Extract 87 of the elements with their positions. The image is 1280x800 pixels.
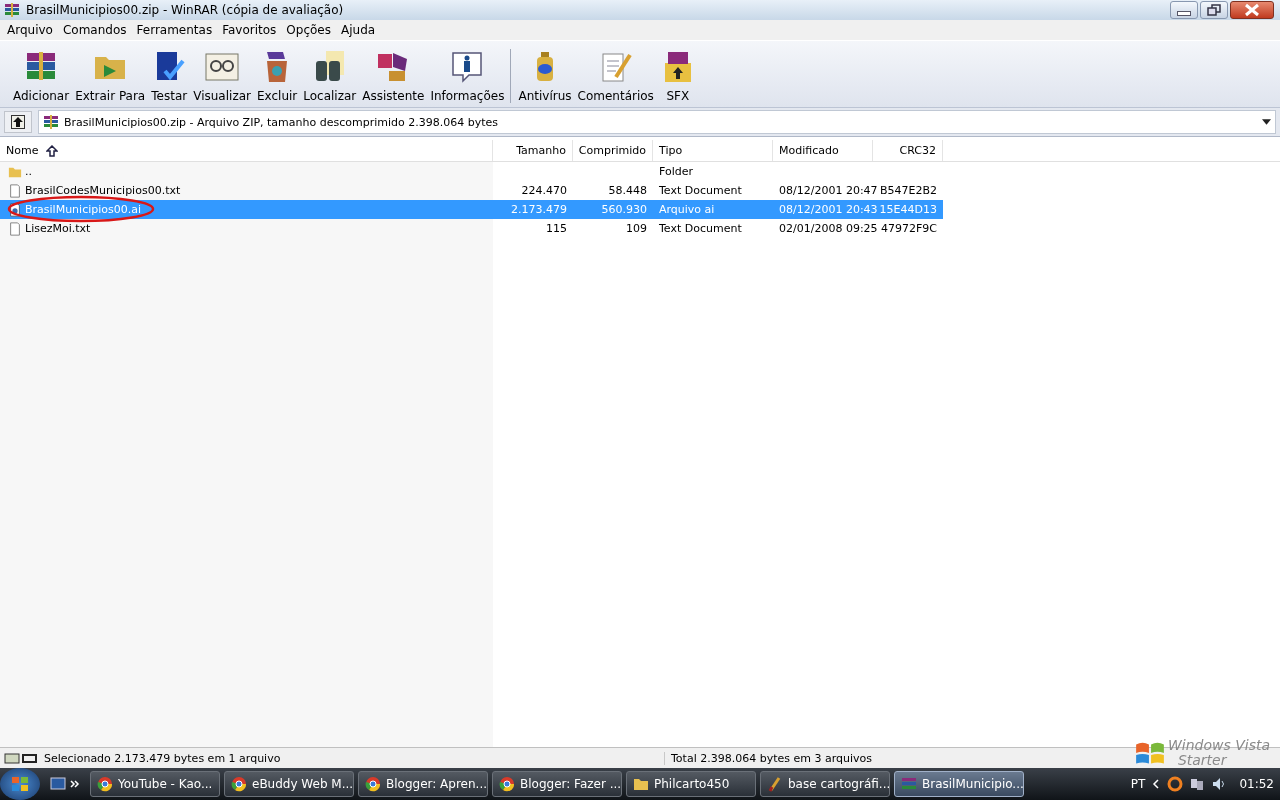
window-title: BrasilMunicipios00.zip - WinRAR (cópia de avaliação): [26, 3, 345, 17]
menu-item[interactable]: Ajuda: [336, 23, 381, 37]
taskbar-button[interactable]: Blogger: Fazer ...: [492, 771, 622, 797]
status-text: Total 2.398.064 bytes em 3 arquivos: [664, 751, 872, 765]
menu-item[interactable]: Favoritos: [217, 23, 282, 37]
menu-item[interactable]: Opções: [281, 23, 336, 37]
browser-icon: [231, 776, 247, 792]
books-icon: [43, 114, 59, 130]
table-cell: Text Document: [659, 222, 742, 235]
language-indicator[interactable]: PT: [1130, 777, 1146, 791]
toolbar-button[interactable]: Excluir: [254, 49, 301, 103]
menu-item[interactable]: Ferramentas: [131, 23, 218, 37]
toolbar-button[interactable]: Visualizar: [190, 49, 254, 103]
chevron-icon[interactable]: [1151, 779, 1162, 789]
ring-icon[interactable]: [1167, 776, 1184, 792]
browser-icon: [97, 776, 113, 792]
menu-item[interactable]: Arquivo: [2, 23, 58, 37]
file-row[interactable]: BrasilCodesMunicipios00.txt 224.470 58.448 Text Document 08/12/2001 20:47 B547E2B2: [0, 181, 943, 200]
table-cell: 224.470: [521, 184, 567, 197]
books-icon: [901, 776, 917, 792]
file-name: BrasilCodesMunicipios00.txt: [25, 184, 181, 197]
toolbar-button[interactable]: Assistente: [359, 49, 428, 103]
column-header[interactable]: Tamanho: [493, 140, 573, 161]
toolbar-button[interactable]: Comentários: [574, 49, 657, 103]
file-row[interactable]: LisezMoi.txt 115 109 Text Document 02/01/2008 09:25 47972F9C: [0, 219, 943, 238]
watermark-text: Starter: [1176, 753, 1228, 768]
table-cell: 2.173.479: [511, 203, 567, 216]
clock[interactable]: 01:52: [1239, 777, 1274, 791]
chevron-icon[interactable]: [70, 779, 80, 789]
toolbar-button[interactable]: SFX: [656, 49, 699, 103]
file-row[interactable]: .. Folder: [0, 162, 943, 181]
sort-arrow-icon: [46, 144, 59, 157]
taskbar-button[interactable]: YouTube - Kao...: [90, 771, 220, 797]
taskbar-button[interactable]: eBuddy Web M...: [224, 771, 354, 797]
up-button[interactable]: [4, 111, 32, 133]
column-header[interactable]: Modificado: [773, 140, 873, 161]
column-header[interactable]: Comprimido: [573, 140, 653, 161]
document-icon: [8, 221, 22, 236]
column-header[interactable]: CRC32: [873, 140, 943, 161]
watermark-text: Windows Vista: [1167, 738, 1270, 753]
table-cell: 109: [626, 222, 647, 235]
table-cell: 08/12/2001 20:47: [779, 184, 878, 197]
toolbar-button[interactable]: Localizar: [300, 49, 360, 103]
table-cell: 08/12/2001 20:43: [779, 203, 878, 216]
document-icon: [8, 202, 22, 217]
close-button[interactable]: [1230, 1, 1274, 19]
document-icon: [8, 183, 22, 198]
browser-icon: [499, 776, 515, 792]
minimize-icon: [1177, 10, 1191, 16]
table-cell: 02/01/2008 09:25: [779, 222, 878, 235]
column-header[interactable]: Nome: [0, 140, 493, 161]
toolbar-button[interactable]: Informações: [427, 49, 508, 103]
table-cell: Folder: [659, 165, 693, 178]
table-cell: 560.930: [601, 203, 647, 216]
toolbar-button[interactable]: Extrair Para: [72, 49, 149, 103]
taskbar-button[interactable]: BrasilMunicipio...: [894, 771, 1024, 797]
table-cell: 58.448: [608, 184, 647, 197]
dropdown-icon: [1262, 119, 1271, 125]
toolbar-button[interactable]: Antivírus: [515, 49, 575, 103]
browser-icon: [365, 776, 381, 792]
taskbar-button[interactable]: Blogger: Apren...: [358, 771, 488, 797]
desktop-icon[interactable]: [50, 776, 66, 792]
windows-logo-icon: [10, 774, 30, 794]
books-icon: [4, 2, 20, 18]
table-cell: 15E44D13: [879, 203, 937, 216]
file-name: BrasilMunicipios00.ai: [25, 203, 142, 216]
folder-icon: [633, 776, 649, 792]
taskbar-button[interactable]: base cartográfi...: [760, 771, 890, 797]
minimize-button[interactable]: [1170, 1, 1198, 19]
start-button[interactable]: [0, 768, 40, 800]
up-arrow-icon: [11, 115, 25, 129]
table-cell: 115: [546, 222, 567, 235]
restore-button[interactable]: [1200, 1, 1228, 19]
menu-item[interactable]: Comandos: [57, 23, 132, 37]
file-name: LisezMoi.txt: [25, 222, 91, 235]
table-cell: B547E2B2: [879, 184, 937, 197]
address-field[interactable]: BrasilMunicipios00.zip - Arquivo ZIP, tamanho descomprimido 2.398.064 bytes: [38, 110, 1276, 134]
column-header[interactable]: Tipo: [653, 140, 773, 161]
file-name: ..: [25, 165, 32, 178]
table-cell: 47972F9C: [881, 222, 937, 235]
brush-icon: [767, 776, 783, 792]
taskbar-button[interactable]: Philcarto450: [626, 771, 756, 797]
table-cell: Text Document: [659, 184, 742, 197]
toolbar-button[interactable]: Adicionar: [10, 49, 73, 103]
table-cell: Arquivo ai: [659, 203, 715, 216]
toolbar-button[interactable]: Testar: [148, 49, 191, 103]
status-text: Selecionado 2.173.479 bytes em 1 arquivo: [43, 751, 282, 765]
